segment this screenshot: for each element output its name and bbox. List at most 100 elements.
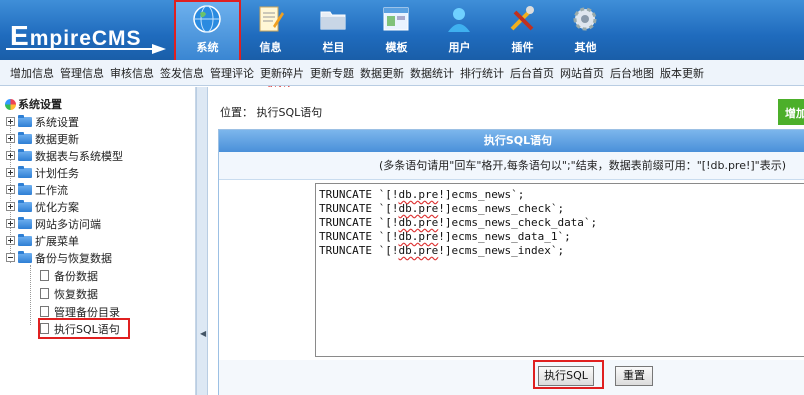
top-header: EmpireCMS 系统 信息 栏目 模板 用户 插件 其他 bbox=[0, 0, 804, 62]
folder-icon bbox=[18, 233, 32, 246]
menu-label: 栏目 bbox=[322, 41, 345, 54]
quicknav-link[interactable]: 数据统计 bbox=[410, 65, 454, 81]
quicknav-link[interactable]: 版本更新 bbox=[660, 65, 704, 81]
expand-icon[interactable] bbox=[6, 219, 15, 228]
user-icon bbox=[448, 8, 470, 32]
menu-item-info[interactable]: 信息 bbox=[239, 0, 302, 60]
expand-icon[interactable] bbox=[6, 185, 15, 194]
expand-icon[interactable] bbox=[6, 236, 15, 245]
folder-icon bbox=[18, 114, 32, 127]
panel-note: (多条语句请用"回车"格开,每条语句以";"结束，数据表前缀可用："[!db.p… bbox=[219, 152, 804, 180]
sidebar-item-label: 备份与恢复数据 bbox=[35, 251, 112, 265]
folder-icon bbox=[18, 131, 32, 144]
expand-icon[interactable] bbox=[6, 168, 15, 177]
sidebar-title-text: 系统设置 bbox=[18, 98, 62, 111]
quicknav-link[interactable]: 更新碎片 bbox=[260, 65, 304, 81]
add-button[interactable]: 增加 bbox=[778, 99, 804, 125]
expand-icon[interactable] bbox=[6, 134, 15, 143]
menu-item-system[interactable]: 系统 bbox=[174, 0, 241, 62]
sidebar-item-optimization[interactable]: 优化方案 bbox=[6, 199, 79, 214]
tools-icon bbox=[510, 6, 534, 31]
quicknav-link[interactable]: 数据更新 bbox=[360, 65, 404, 81]
document-icon bbox=[40, 270, 49, 281]
app-window: EmpireCMS 系统 信息 栏目 模板 用户 插件 其他 增加信息 管理信息… bbox=[0, 0, 804, 395]
sidebar-item-label: 数据表与系统模型 bbox=[35, 149, 123, 163]
sidebar-title: 系统设置 bbox=[5, 96, 62, 112]
highlight-box-sidebar bbox=[38, 318, 130, 339]
menu-label: 其他 bbox=[574, 41, 597, 54]
sidebar-item-label: 优化方案 bbox=[35, 200, 79, 214]
globe-icon bbox=[193, 5, 221, 33]
sql-textarea[interactable]: TRUNCATE `[!db.pre!]ecms_news`; TRUNCATE… bbox=[315, 183, 804, 357]
settings-globe-icon bbox=[5, 98, 16, 110]
quicknav-link[interactable]: 更新专题 bbox=[310, 65, 354, 81]
quicknav-link[interactable]: 审核信息 bbox=[110, 65, 154, 81]
expand-icon[interactable] bbox=[6, 151, 15, 160]
breadcrumb: 位置： 执行SQL语句 bbox=[220, 104, 322, 120]
quicknav-link[interactable]: 增加信息 bbox=[10, 65, 54, 81]
main-menu: 系统 信息 栏目 模板 用户 插件 其他 bbox=[174, 0, 617, 62]
sql-line: TRUNCATE `[!db.pre!]ecms_news_index`; bbox=[319, 244, 565, 257]
menu-label: 模板 bbox=[385, 41, 408, 54]
sidebar-item-label: 数据更新 bbox=[35, 132, 79, 146]
expand-icon[interactable] bbox=[6, 117, 15, 126]
sidebar-subitem-label: 备份数据 bbox=[54, 269, 98, 283]
sidebar-item-system-settings[interactable]: 系统设置 bbox=[6, 114, 79, 129]
folder-icon bbox=[320, 11, 346, 30]
folder-icon bbox=[18, 165, 32, 178]
menu-item-plugin[interactable]: 插件 bbox=[491, 0, 554, 60]
sidebar-subitem-backup[interactable]: 备份数据 bbox=[40, 268, 98, 283]
quicknav-link[interactable]: 管理评论 bbox=[210, 65, 254, 81]
sql-line: TRUNCATE `[!db.pre!]ecms_news_check`; bbox=[319, 202, 565, 215]
quicknav-link[interactable]: 签发信息 bbox=[160, 65, 204, 81]
reset-button[interactable]: 重置 bbox=[615, 366, 653, 386]
gear-icon bbox=[573, 7, 597, 31]
sidebar-subitem-backup-dir[interactable]: 管理备份目录 bbox=[40, 304, 120, 319]
collapse-arrow-icon[interactable]: ◀ bbox=[200, 329, 206, 338]
folder-open-icon bbox=[18, 250, 32, 263]
sidebar-collapse-bar[interactable]: ◀ bbox=[196, 87, 208, 395]
folder-icon bbox=[18, 199, 32, 212]
sidebar-item-tables-models[interactable]: 数据表与系统模型 bbox=[6, 148, 123, 163]
logo-arrow-icon bbox=[6, 44, 166, 54]
breadcrumb-link[interactable]: 执行SQL语句 bbox=[257, 106, 323, 119]
quick-nav-bar: 增加信息 管理信息 审核信息 签发信息 管理评论 更新碎片 更新专题 数据更新 … bbox=[0, 60, 804, 86]
menu-label: 信息 bbox=[259, 41, 282, 54]
sidebar-item-label: 工作流 bbox=[35, 183, 68, 197]
collapse-icon[interactable] bbox=[6, 253, 15, 262]
quicknav-link[interactable]: 后台首页 bbox=[510, 65, 554, 81]
sidebar: 系统设置 系统设置 数据更新 数据表与系统模型 计划任务 工作流 优化方案 网站… bbox=[0, 87, 196, 395]
menu-item-other[interactable]: 其他 bbox=[554, 0, 617, 60]
menu-item-template[interactable]: 模板 bbox=[365, 0, 428, 60]
quicknav-link[interactable]: 管理信息 bbox=[60, 65, 104, 81]
menu-item-user[interactable]: 用户 bbox=[428, 0, 491, 60]
menu-label: 系统 bbox=[196, 41, 219, 54]
sidebar-subitem-restore[interactable]: 恢复数据 bbox=[40, 286, 98, 301]
panel-title: 执行SQL语句 bbox=[219, 130, 804, 152]
sidebar-item-data-update[interactable]: 数据更新 bbox=[6, 131, 79, 146]
sidebar-item-multi-access[interactable]: 网站多访问端 bbox=[6, 216, 101, 231]
logo: EmpireCMS bbox=[6, 14, 168, 54]
sidebar-item-label: 扩展菜单 bbox=[35, 234, 79, 248]
menu-label: 插件 bbox=[511, 41, 534, 54]
sidebar-item-label: 网站多访问端 bbox=[35, 217, 101, 231]
sidebar-item-backup-restore[interactable]: 备份与恢复数据 bbox=[6, 250, 112, 265]
expand-icon[interactable] bbox=[6, 202, 15, 211]
tree-line bbox=[30, 265, 31, 325]
sidebar-item-scheduled-tasks[interactable]: 计划任务 bbox=[6, 165, 79, 180]
sidebar-item-label: 计划任务 bbox=[35, 166, 79, 180]
document-icon bbox=[40, 288, 49, 299]
sidebar-item-extend-menu[interactable]: 扩展菜单 bbox=[6, 233, 79, 248]
main-content: 位置： 执行SQL语句 增加 执行SQL语句 (多条语句请用"回车"格开,每条语… bbox=[208, 87, 804, 395]
quicknav-link[interactable]: 后台地图 bbox=[610, 65, 654, 81]
sidebar-item-workflow[interactable]: 工作流 bbox=[6, 182, 68, 197]
breadcrumb-label: 位置： bbox=[220, 106, 253, 119]
sql-line: TRUNCATE `[!db.pre!]ecms_news_check_data… bbox=[319, 216, 598, 229]
quicknav-link[interactable]: 排行统计 bbox=[460, 65, 504, 81]
menu-item-column[interactable]: 栏目 bbox=[302, 0, 365, 60]
quicknav-link[interactable]: 网站首页 bbox=[560, 65, 604, 81]
notepad-icon bbox=[259, 6, 284, 32]
document-icon bbox=[40, 306, 49, 317]
sql-panel: 执行SQL语句 (多条语句请用"回车"格开,每条语句以";"结束，数据表前缀可用… bbox=[218, 129, 804, 395]
sidebar-subitem-label: 恢复数据 bbox=[54, 287, 98, 301]
